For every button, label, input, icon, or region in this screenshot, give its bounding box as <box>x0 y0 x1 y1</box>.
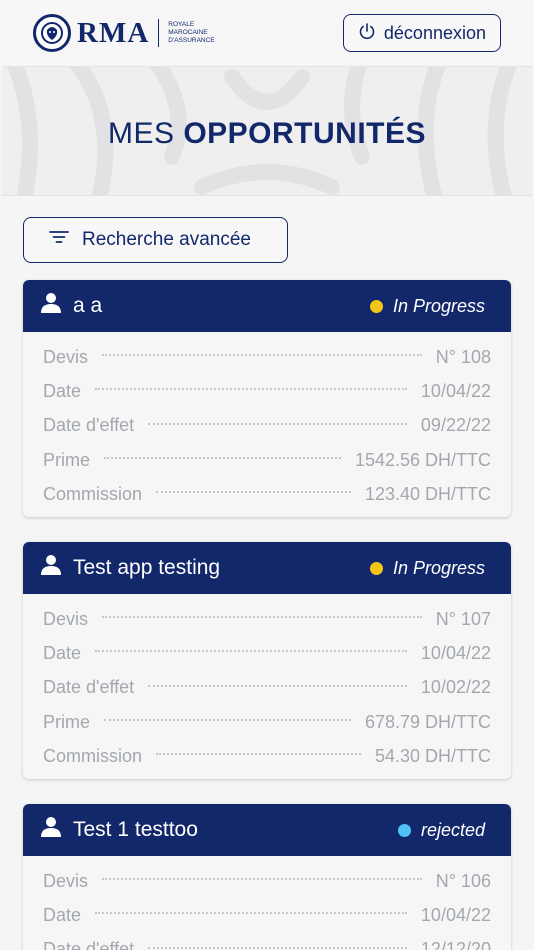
app-header: RMA ROYALE MAROCAINE D'ASSURANCE déconne… <box>0 0 534 66</box>
opportunity-card[interactable]: Test 1 testtoo rejected Devis N° 106 Date… <box>23 804 511 950</box>
status-text: In Progress <box>392 557 485 578</box>
detail-label: Commission <box>43 745 143 766</box>
dotted-leader <box>95 912 407 915</box>
detail-row-date-effet: Date d'effet 09/22/22 <box>43 409 491 443</box>
opportunity-details: Devis N° 106 Date 10/04/22 Date d'effet 12/… <box>23 856 511 950</box>
detail-label: Date <box>43 380 82 401</box>
dotted-leader <box>95 388 407 391</box>
detail-label: Date d'effet <box>43 939 135 950</box>
power-icon <box>358 22 376 45</box>
detail-value: N° 107 <box>435 608 491 629</box>
advanced-search-button[interactable]: Recherche avancée <box>23 217 288 263</box>
status-dot-icon <box>397 823 411 837</box>
dotted-leader <box>148 946 407 949</box>
detail-label: Date d'effet <box>43 415 135 436</box>
detail-value: 12/12/20 <box>420 939 491 950</box>
client-name-text: Test app testing <box>73 556 221 579</box>
detail-row-date: Date 10/04/22 <box>43 636 491 670</box>
detail-row-commission: Commission 54.30 DH/TTC <box>43 739 491 773</box>
detail-value: 123.40 DH/TTC <box>364 483 491 504</box>
logo-subtitle-line: MAROCAINE <box>168 29 208 36</box>
user-icon <box>41 554 61 582</box>
lion-emblem-icon <box>33 14 71 52</box>
status-dot-icon <box>369 561 383 575</box>
status-text: In Progress <box>392 295 485 316</box>
detail-label: Devis <box>43 608 89 629</box>
detail-label: Commission <box>43 483 143 504</box>
status-badge: In Progress <box>369 557 485 579</box>
opportunity-card-header: Test app testing In Progress <box>23 542 511 594</box>
logo-subtitle-line: ROYALE <box>168 21 195 28</box>
detail-value: 54.30 DH/TTC <box>374 745 491 766</box>
dotted-leader <box>104 457 341 460</box>
logo-divider <box>158 19 160 47</box>
opportunity-card[interactable]: a a In Progress Devis N° 108 Date 10/04/22… <box>23 280 511 518</box>
detail-row-date: Date 10/04/22 <box>43 898 491 932</box>
page-title: MES OPPORTUNITÉS <box>2 117 532 151</box>
advanced-search-label: Recherche avancée <box>82 229 251 250</box>
detail-row-date-effet: Date d'effet 10/02/22 <box>43 671 491 705</box>
detail-label: Date <box>43 642 82 663</box>
dotted-leader <box>102 878 422 881</box>
opportunity-card-header: Test 1 testtoo rejected <box>23 804 511 856</box>
detail-label: Date <box>43 904 82 925</box>
dotted-leader <box>148 684 407 687</box>
detail-row-devis: Devis N° 108 <box>43 340 491 374</box>
detail-value: 10/04/22 <box>420 904 491 925</box>
detail-row-date-effet: Date d'effet 12/12/20 <box>43 933 491 950</box>
client-name-text: a a <box>73 294 103 317</box>
opportunity-details: Devis N° 108 Date 10/04/22 Date d'effet 09/… <box>23 332 511 517</box>
client-name-text: Test 1 testtoo <box>73 818 198 841</box>
dotted-leader <box>104 719 351 722</box>
opportunity-details: Devis N° 107 Date 10/04/22 Date d'effet 10/… <box>23 594 511 779</box>
rma-logo: RMA ROYALE MAROCAINE D'ASSURANCE <box>33 13 215 53</box>
page-title-light: MES <box>107 117 184 150</box>
detail-row-prime: Prime 678.79 DH/TTC <box>43 705 491 739</box>
detail-label: Prime <box>43 711 91 732</box>
detail-row-commission: Commission 123.40 DH/TTC <box>43 477 491 511</box>
dotted-leader <box>148 422 407 425</box>
logout-label: déconnexion <box>383 22 486 43</box>
detail-value: 09/22/22 <box>420 415 491 436</box>
detail-row-devis: Devis N° 107 <box>43 602 491 636</box>
filter-icon <box>48 229 70 251</box>
opportunity-card-header: a a In Progress <box>23 280 511 332</box>
detail-label: Devis <box>43 870 89 891</box>
detail-row-devis: Devis N° 106 <box>43 864 491 898</box>
page-banner: MES OPPORTUNITÉS <box>2 66 532 196</box>
detail-label: Date d'effet <box>43 677 135 698</box>
detail-value: N° 108 <box>435 346 491 367</box>
detail-row-date: Date 10/04/22 <box>43 374 491 408</box>
client-name: Test app testing <box>41 554 220 582</box>
client-name: a a <box>41 292 102 320</box>
status-text: rejected <box>420 819 485 840</box>
detail-value: 10/04/22 <box>420 642 491 663</box>
detail-value: N° 106 <box>435 870 491 891</box>
status-badge: rejected <box>397 819 485 841</box>
user-icon <box>41 816 61 844</box>
page-title-bold: OPPORTUNITÉS <box>183 117 427 150</box>
detail-value: 10/02/22 <box>420 677 491 698</box>
logo-subtitle-line: D'ASSURANCE <box>168 37 215 44</box>
logo-text: RMA <box>77 16 150 49</box>
logo-subtitle: ROYALE MAROCAINE D'ASSURANCE <box>168 21 214 45</box>
detail-label: Devis <box>43 346 89 367</box>
user-icon <box>41 292 61 320</box>
detail-value: 678.79 DH/TTC <box>364 711 491 732</box>
dotted-leader <box>156 753 361 756</box>
status-dot-icon <box>369 299 383 313</box>
detail-value: 1542.56 DH/TTC <box>354 449 491 470</box>
dotted-leader <box>156 491 351 494</box>
status-badge: In Progress <box>369 295 485 317</box>
dotted-leader <box>102 616 422 619</box>
dotted-leader <box>102 354 422 357</box>
detail-row-prime: Prime 1542.56 DH/TTC <box>43 443 491 477</box>
opportunity-card[interactable]: Test app testing In Progress Devis N° 107… <box>23 542 511 780</box>
logout-button[interactable]: déconnexion <box>342 14 501 52</box>
dotted-leader <box>95 650 407 653</box>
detail-label: Prime <box>43 449 91 470</box>
client-name: Test 1 testtoo <box>41 816 198 844</box>
detail-value: 10/04/22 <box>420 380 491 401</box>
